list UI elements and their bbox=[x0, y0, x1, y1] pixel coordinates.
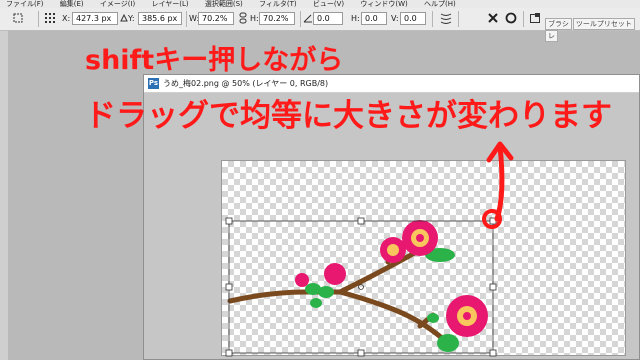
handle-bottom-right bbox=[489, 349, 497, 357]
handle-top-center bbox=[357, 217, 365, 225]
transform-bounding-box[interactable] bbox=[225, 217, 497, 357]
handle-middle-right bbox=[489, 283, 497, 291]
annotation-line-1: shiftキー押しながら bbox=[85, 45, 344, 76]
blossom-top bbox=[402, 220, 438, 256]
blossom-right bbox=[446, 295, 488, 337]
bud-small bbox=[295, 273, 309, 287]
bud-large bbox=[324, 263, 346, 285]
handle-bottom-center bbox=[357, 349, 365, 357]
handle-top-left bbox=[225, 217, 233, 225]
annotation-arrow bbox=[482, 141, 514, 229]
blossom-mid bbox=[380, 237, 406, 263]
pivot-point bbox=[358, 284, 364, 290]
annotation-line-2: ドラッグで均等に大きさが変わります bbox=[85, 98, 612, 134]
handle-middle-left bbox=[225, 283, 233, 291]
handle-bottom-left bbox=[225, 349, 233, 357]
leaves bbox=[305, 248, 459, 352]
